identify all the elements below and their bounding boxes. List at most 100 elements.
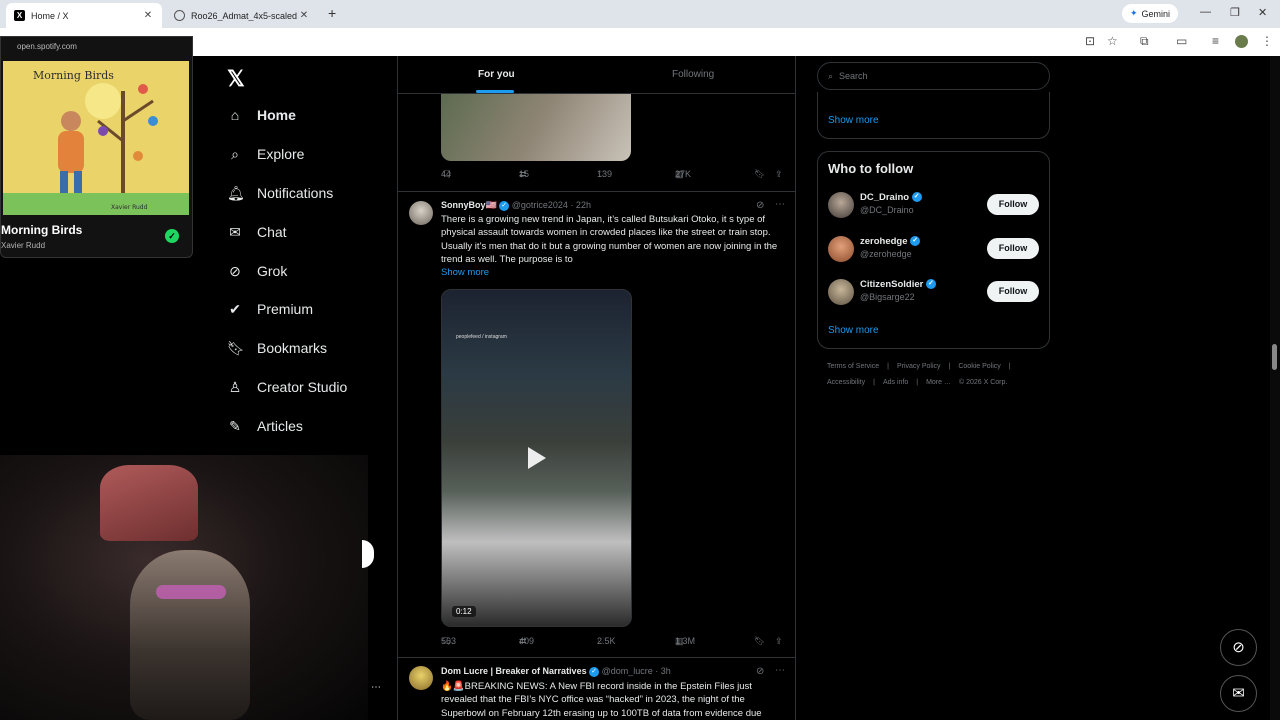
- who-to-follow-title: Who to follow: [828, 161, 914, 176]
- follow-button[interactable]: Follow: [987, 194, 1039, 215]
- track-title: Morning Birds: [1, 223, 83, 237]
- post-time[interactable]: · 22h: [570, 200, 591, 210]
- media-control-icon[interactable]: ≡: [1212, 34, 1219, 48]
- menu-kebab-icon[interactable]: ⋮: [1261, 34, 1273, 48]
- bookmark-star-icon[interactable]: ☆: [1107, 34, 1118, 48]
- close-icon[interactable]: ✕: [298, 10, 310, 21]
- footer-copyright: © 2026 X Corp.: [958, 379, 1008, 386]
- avatar[interactable]: [409, 201, 433, 225]
- new-tab-button[interactable]: +: [328, 5, 336, 21]
- footer-separator: |: [948, 363, 951, 370]
- avatar[interactable]: [828, 279, 854, 305]
- tab-following[interactable]: Following: [672, 69, 714, 80]
- nav-item-explore[interactable]: ⌕ Explore: [227, 146, 304, 162]
- nav-item-chat[interactable]: ✉ Chat: [227, 224, 286, 240]
- search-icon: ⌕: [231, 146, 239, 162]
- close-icon[interactable]: ✕: [142, 10, 154, 21]
- bookmark-button[interactable]: 🔖︎: [754, 169, 765, 180]
- footer-separator: |: [887, 363, 889, 370]
- post-action-bar: 🗨︎ 563 ⇄ 409 ♡ 2.5K ▥ 1.3M 🔖︎ ⇪: [441, 636, 786, 650]
- footer-link-terms[interactable]: Terms of Service: [827, 363, 879, 370]
- nav-label: Grok: [257, 263, 288, 279]
- avatar[interactable]: [828, 192, 854, 218]
- show-more-link[interactable]: Show more: [828, 325, 879, 336]
- more-options-icon[interactable]: ⋯: [775, 665, 785, 676]
- nav-item-bookmarks[interactable]: 🔖︎ Bookmarks: [227, 340, 327, 356]
- mail-icon: ✉: [229, 224, 241, 240]
- nav-item-grok[interactable]: ⊘ Grok: [227, 263, 287, 279]
- window-close-icon[interactable]: ✕: [1258, 6, 1267, 19]
- author-handle[interactable]: @gotrice2024: [512, 200, 568, 210]
- webcam-edge-indicator: [362, 540, 374, 568]
- messages-fab-icon[interactable]: ✉: [1220, 675, 1257, 712]
- show-more-link[interactable]: Show more: [828, 115, 879, 126]
- tab-home-x[interactable]: X Home / X ✕: [6, 3, 162, 28]
- spotify-mini-player[interactable]: open.spotify.com Morning Birds Xavier Ru…: [0, 36, 193, 258]
- author-name[interactable]: Dom Lucre | Breaker of Narratives: [441, 666, 587, 676]
- follow-suggestion[interactable]: zerohedge ✓ @zerohedge Follow: [828, 234, 1041, 264]
- x-logo[interactable]: 𝕏: [227, 66, 245, 92]
- footer-link-privacy[interactable]: Privacy Policy: [897, 363, 941, 370]
- page-scrollbar[interactable]: [1270, 56, 1280, 720]
- avatar[interactable]: [409, 666, 433, 690]
- bell-icon: 🔔︎: [227, 185, 245, 201]
- follow-suggestion[interactable]: CitizenSoldier ✓ @Bigsarge22 Follow: [828, 277, 1041, 307]
- play-icon[interactable]: [528, 447, 546, 469]
- liked-check-icon[interactable]: ✓: [165, 229, 179, 243]
- search-icon: ⌕: [828, 70, 834, 81]
- repost-count: 15: [519, 169, 530, 179]
- share-icon[interactable]: ⇪: [775, 636, 783, 647]
- footer-link-ads-info[interactable]: Ads info: [883, 379, 908, 386]
- post-media-image[interactable]: [441, 94, 631, 161]
- nav-item-notifications[interactable]: 🔔︎ Notifications: [227, 185, 333, 201]
- follow-suggestion[interactable]: DC_Draino ✓ @DC_Draino Follow: [828, 190, 1041, 220]
- install-app-icon[interactable]: ⊡: [1085, 34, 1095, 48]
- tab-title: Roo26_Admat_4x5-scaled.jpg (: [191, 10, 298, 21]
- album-art-artist: Xavier Rudd: [111, 204, 148, 211]
- timeline-feed[interactable]: For you Following 🗨︎ 44 ⇄ 15 ♡ 139 ▥ 27K…: [397, 56, 796, 720]
- profile-avatar[interactable]: [1235, 35, 1248, 48]
- nav-item-premium[interactable]: ✔ Premium: [227, 301, 313, 317]
- more-options-icon[interactable]: ⋯: [775, 199, 785, 210]
- post-video[interactable]: peoplefeed / instagram 0:12: [441, 289, 632, 627]
- post-divider: [398, 191, 795, 192]
- sidepanel-icon[interactable]: ▭: [1176, 34, 1187, 48]
- view-count: 1.3M: [675, 636, 696, 646]
- author-name[interactable]: SonnyBoy🇺🇸: [441, 200, 497, 210]
- verified-badge-icon: ✓: [925, 279, 936, 290]
- avatar[interactable]: [828, 236, 854, 262]
- view-count: 27K: [675, 169, 692, 179]
- album-art-title: Morning Birds: [33, 69, 114, 82]
- share-icon[interactable]: ⇪: [775, 169, 783, 180]
- grok-fab-icon[interactable]: ⊘: [1220, 629, 1257, 666]
- nav-item-articles[interactable]: ✎ Articles: [227, 418, 303, 434]
- bookmark-button[interactable]: 🔖︎: [754, 636, 765, 647]
- nav-item-creator-studio[interactable]: ♙ Creator Studio: [227, 379, 348, 395]
- gemini-button[interactable]: ✦ Gemini: [1122, 4, 1179, 23]
- restore-icon[interactable]: ❐: [1230, 6, 1240, 19]
- author-handle[interactable]: @dom_lucre: [602, 666, 653, 676]
- extensions-icon[interactable]: ⧉: [1140, 34, 1149, 49]
- grok-explain-icon[interactable]: ⊘: [756, 666, 764, 677]
- grok-explain-icon[interactable]: ⊘: [756, 200, 764, 211]
- spotify-url: open.spotify.com: [17, 42, 77, 51]
- scroll-thumb[interactable]: [1272, 344, 1277, 370]
- suggestion-name: zerohedge ✓: [860, 236, 921, 247]
- follow-button[interactable]: Follow: [987, 281, 1039, 302]
- more-options-icon[interactable]: ⋯: [371, 682, 381, 693]
- premium-icon: ✔: [229, 301, 241, 317]
- tab-image[interactable]: Roo26_Admat_4x5-scaled.jpg ( ✕: [166, 3, 318, 28]
- like-count: 2.5K: [597, 636, 616, 646]
- footer-link-more[interactable]: More …: [926, 379, 951, 386]
- verified-badge-icon: ✓: [499, 200, 510, 211]
- tab-for-you[interactable]: For you: [478, 69, 515, 80]
- follow-button[interactable]: Follow: [987, 238, 1039, 259]
- nav-item-home[interactable]: ⌂ Home: [227, 107, 296, 123]
- minimize-icon[interactable]: —: [1200, 6, 1211, 18]
- footer-link-cookies[interactable]: Cookie Policy: [958, 363, 1000, 370]
- search-input[interactable]: ⌕ Search: [817, 62, 1050, 90]
- footer-link-accessibility[interactable]: Accessibility: [827, 379, 865, 386]
- album-art-illustration: Morning Birds Xavier Rudd: [3, 61, 189, 215]
- show-more-link[interactable]: Show more: [441, 267, 489, 278]
- post-time[interactable]: · 3h: [655, 666, 671, 676]
